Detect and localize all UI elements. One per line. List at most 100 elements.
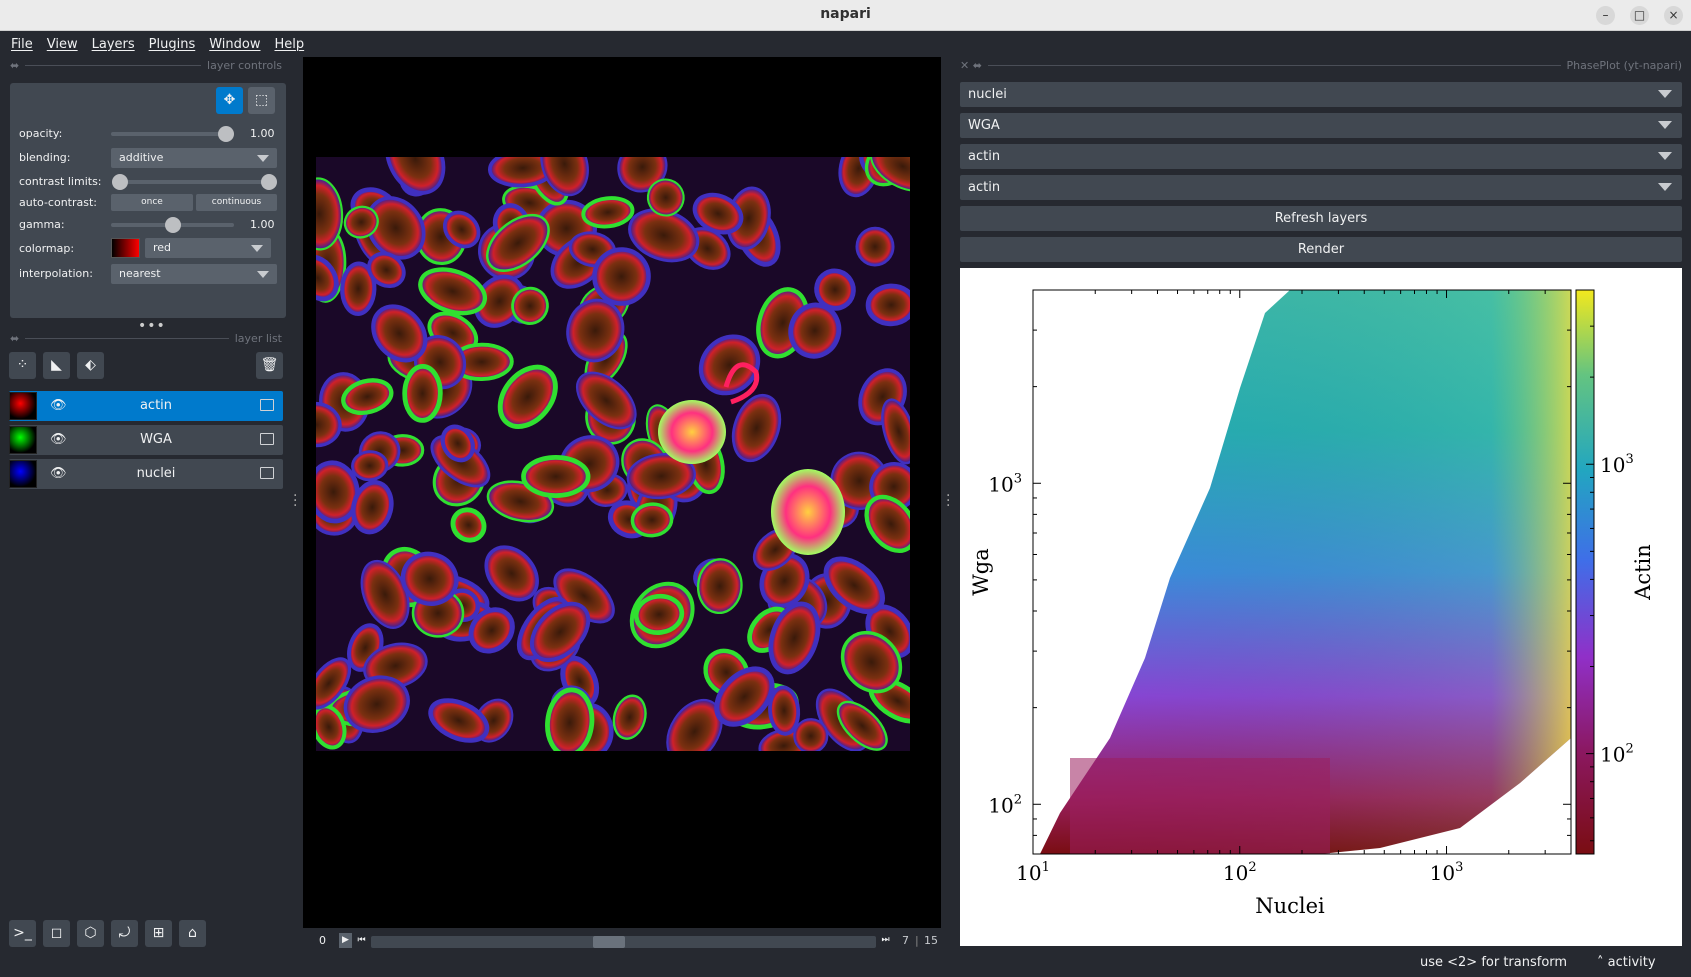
pan-zoom-icon[interactable]: ✥ (216, 87, 243, 114)
ndisplay-2d-icon[interactable]: ◻ (43, 920, 70, 947)
refresh-layers-button[interactable]: Refresh layers (960, 206, 1682, 231)
delete-layer-icon[interactable]: 🗑 (256, 352, 283, 379)
minimize-button[interactable]: – (1596, 6, 1615, 25)
plugin-title: PhasePlot (yt-napari) (1566, 58, 1682, 72)
new-points-layer-icon[interactable]: ⁘ (9, 352, 36, 379)
layer-name: nuclei (136, 466, 176, 481)
layer-controls-title: layer controls (207, 58, 282, 72)
opacity-slider-handle[interactable] (218, 126, 234, 142)
menubar: File View Layers Plugins Window Help (0, 31, 1691, 57)
console-icon[interactable]: >_ (9, 920, 36, 947)
image-layer-icon (260, 399, 274, 411)
y-field-select[interactable]: WGA (960, 113, 1682, 138)
transform-icon[interactable]: ⬚ (248, 87, 275, 114)
colorbar-tick-label: 103 (1600, 452, 1634, 477)
layer-row-wga[interactable]: 👁 WGA (9, 425, 283, 455)
eye-icon[interactable]: 👁 (50, 398, 67, 414)
opacity-slider[interactable] (111, 132, 234, 136)
layer-row-nuclei[interactable]: 👁 nuclei (9, 459, 283, 489)
y-field-value: WGA (968, 118, 1000, 133)
left-dock-splitter[interactable]: · · · (293, 489, 297, 513)
contrast-max-handle[interactable] (261, 174, 277, 190)
chevron-down-icon (1658, 121, 1672, 129)
layer-name: WGA (140, 432, 172, 447)
gamma-label: gamma: (19, 218, 65, 231)
dock-float-icon[interactable]: ⬌ (10, 332, 19, 345)
gamma-value: 1.00 (250, 218, 275, 231)
colormap-select[interactable]: red (145, 238, 271, 258)
home-icon[interactable]: ⌂ (179, 920, 206, 947)
dims-start-value: 0 (319, 934, 326, 947)
z-field-select[interactable]: actin (960, 144, 1682, 169)
weight-field-select[interactable]: actin (960, 175, 1682, 200)
z-field-value: actin (968, 149, 1001, 164)
maximize-button[interactable]: □ (1630, 6, 1649, 25)
weight-field-value: actin (968, 180, 1001, 195)
interpolation-select[interactable]: nearest (111, 264, 277, 284)
microscopy-image (316, 157, 910, 751)
menu-file[interactable]: File (11, 37, 33, 52)
auto-contrast-continuous-button[interactable]: continuous (196, 194, 277, 211)
gamma-slider-handle[interactable] (164, 217, 181, 233)
x-tick-label: 102 (1223, 860, 1257, 885)
menu-window[interactable]: Window (209, 37, 260, 52)
chevron-down-icon (257, 155, 269, 162)
menu-help[interactable]: Help (275, 37, 305, 52)
status-hint: use <2> for transform (1420, 955, 1568, 970)
dims-total-value: 15 (924, 934, 938, 947)
cell-shape (855, 226, 895, 267)
colormap-label: colormap: (19, 242, 75, 255)
contrast-limits-slider[interactable] (120, 180, 270, 184)
plugin-dock-header: ✕ ⬌ PhasePlot (yt-napari) (960, 58, 1682, 72)
y-tick-label: 103 (988, 471, 1022, 496)
auto-contrast-once-button[interactable]: once (111, 194, 193, 211)
contrast-min-handle[interactable] (112, 174, 128, 190)
new-labels-layer-icon[interactable]: ⬖ (77, 352, 104, 379)
menu-view[interactable]: View (47, 37, 78, 52)
play-icon[interactable]: ▶ (339, 933, 352, 948)
x-field-select[interactable]: nuclei (960, 82, 1682, 107)
x-tick-label: 103 (1430, 860, 1464, 885)
blending-select[interactable]: additive (111, 148, 277, 168)
layer-name: actin (139, 398, 173, 413)
menu-plugins[interactable]: Plugins (149, 37, 196, 52)
y-axis-label: Wga (969, 548, 993, 596)
blending-value: additive (119, 151, 164, 164)
cell-shape (793, 718, 829, 751)
image-layer-icon (260, 467, 274, 479)
dims-current-value: 7 (902, 934, 909, 947)
dock-float-icon[interactable]: ⬌ (973, 59, 982, 72)
chevron-down-icon (1658, 183, 1672, 191)
step-back-icon[interactable]: ⏮ (356, 933, 367, 948)
phase-plot: 101 102 103 102 103 102 103 Nuclei Wga Actin (960, 268, 1682, 946)
roll-dims-icon[interactable]: ⤾ (111, 920, 138, 947)
dims-separator: | (915, 934, 919, 947)
new-shapes-layer-icon[interactable]: ◣ (43, 352, 70, 379)
menu-layers[interactable]: Layers (92, 37, 135, 52)
chevron-down-icon (1658, 90, 1672, 98)
step-forward-icon[interactable]: ⏭ (880, 933, 891, 948)
close-window-button[interactable]: × (1664, 6, 1683, 25)
x-tick-label: 101 (1016, 860, 1050, 885)
close-icon[interactable]: ✕ (960, 59, 969, 72)
ndisplay-3d-icon[interactable]: ⬡ (77, 920, 104, 947)
cell-shape (768, 685, 801, 736)
layer-list-header: ⬌ layer list (10, 331, 282, 345)
eye-icon[interactable]: 👁 (50, 466, 67, 482)
activity-button[interactable]: ˄ activity (1597, 955, 1656, 970)
right-dock-splitter[interactable]: · · · (946, 489, 950, 513)
layer-row-actin[interactable]: 👁 actin (9, 391, 283, 421)
eye-icon[interactable]: 👁 (50, 432, 67, 448)
heatmap-region (1040, 290, 1571, 854)
opacity-label: opacity: (19, 127, 63, 140)
cell-shape (521, 455, 591, 498)
grid-mode-icon[interactable]: ⊞ (145, 920, 172, 947)
dims-slider-handle[interactable] (593, 936, 626, 948)
viewer-canvas[interactable] (303, 57, 941, 928)
dock-float-icon[interactable]: ⬌ (10, 59, 19, 72)
opacity-value: 1.00 (250, 127, 275, 140)
dims-slider-bar: 0 ▶ ⏮ ⏭ 7 | 15 (303, 930, 941, 952)
phase-plot-svg: 101 102 103 102 103 102 103 Nuclei Wga Actin (969, 289, 1655, 918)
window-title: napari (820, 6, 871, 22)
render-button[interactable]: Render (960, 237, 1682, 262)
